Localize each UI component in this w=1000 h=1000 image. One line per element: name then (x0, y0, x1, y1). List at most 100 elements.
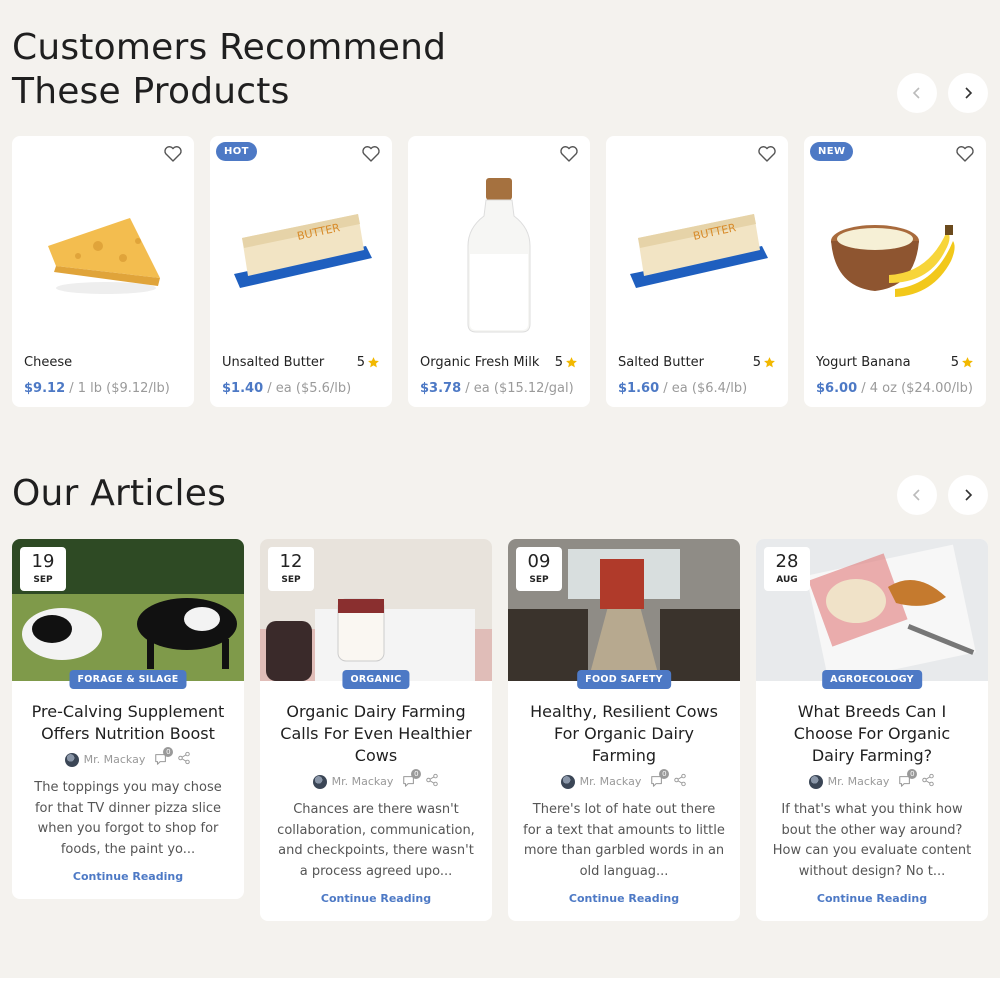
products-section-title: Customers Recommend These Products (12, 27, 447, 112)
avatar (560, 774, 575, 789)
product-card[interactable]: NEW Yogurt Banana 5 $6.00 / 4 oz ($24.00/l… (804, 136, 986, 407)
article-card[interactable]: 19 SEP FORAGE & SILAGE Pre-Calving Suppl… (12, 539, 244, 899)
article-list: 19 SEP FORAGE & SILAGE Pre-Calving Suppl… (12, 539, 988, 921)
product-price-line: $9.12 / 1 lb ($9.12/lb) (24, 381, 170, 396)
continue-reading-link[interactable]: Continue Reading (522, 892, 726, 905)
article-title[interactable]: Organic Dairy Farming Calls For Even Hea… (274, 701, 478, 767)
heart-icon[interactable] (163, 145, 183, 163)
article-category-tag[interactable]: FORAGE & SILAGE (69, 670, 187, 689)
product-price: $1.60 (618, 381, 660, 396)
heart-icon[interactable] (361, 145, 381, 163)
article-category-tag[interactable]: ORGANIC (342, 670, 410, 689)
product-badge: NEW (810, 142, 854, 161)
article-author[interactable]: Mr. Mackay (808, 774, 889, 789)
product-price: $1.40 (222, 381, 264, 396)
product-name[interactable]: Cheese (24, 355, 72, 370)
date-month: SEP (529, 575, 549, 585)
date-month: AUG (776, 575, 798, 585)
share-icon[interactable] (921, 773, 935, 790)
article-date: 28 AUG (764, 547, 810, 591)
article-category-tag[interactable]: FOOD SAFETY (577, 670, 671, 689)
product-name[interactable]: Yogurt Banana (816, 355, 911, 370)
product-price-line: $1.40 / ea ($5.6/lb) (222, 381, 351, 396)
product-unit-price: / ea ($5.6/lb) (263, 381, 352, 396)
heart-icon[interactable] (559, 145, 579, 163)
heart-icon[interactable] (757, 145, 777, 163)
continue-reading-link[interactable]: Continue Reading (770, 892, 974, 905)
article-excerpt: The toppings you may chose for that TV d… (34, 780, 222, 857)
article-meta: Mr. Mackay 0 (274, 768, 478, 790)
product-card[interactable]: BUTTER Salted Butter 5 $1.60 / ea ($6.4/lb) (606, 136, 788, 407)
article-date: 19 SEP (20, 547, 66, 591)
chevron-left-icon (912, 489, 920, 501)
comment-count: 0 (659, 768, 670, 779)
product-image[interactable] (804, 166, 986, 346)
product-price-line: $6.00 / 4 oz ($24.00/lb) (816, 381, 973, 396)
article-category-tag[interactable]: AGROECOLOGY (822, 670, 922, 689)
avatar (808, 774, 823, 789)
date-month: SEP (281, 575, 301, 585)
article-author[interactable]: Mr. Mackay (560, 774, 641, 789)
share-icon[interactable] (425, 773, 439, 790)
articles-next-button[interactable] (948, 475, 988, 515)
article-author[interactable]: Mr. Mackay (312, 774, 393, 789)
date-day: 19 (31, 551, 55, 572)
product-unit-price: / 4 oz ($24.00/lb) (857, 381, 973, 396)
article-card[interactable]: 28 AUG AGROECOLOGY What Breeds Can I Cho… (756, 539, 988, 921)
product-card[interactable]: Cheese $9.12 / 1 lb ($9.12/lb) (12, 136, 194, 407)
date-day: 09 (527, 551, 551, 572)
chevron-right-icon (965, 489, 973, 501)
product-unit-price: / 1 lb ($9.12/lb) (65, 381, 170, 396)
chevron-left-icon (912, 87, 920, 99)
comment-icon[interactable]: 0 (897, 768, 918, 790)
product-rating: 5 (555, 355, 578, 370)
article-image[interactable]: 09 SEP (508, 539, 740, 681)
article-title[interactable]: What Breeds Can I Choose For Organic Dai… (770, 701, 974, 767)
product-unit-price: / ea ($15.12/gal) (461, 381, 574, 396)
continue-reading-link[interactable]: Continue Reading (26, 870, 230, 883)
articles-section-title: Our Articles (12, 473, 227, 514)
comment-icon[interactable]: 0 (153, 746, 174, 768)
date-day: 12 (279, 551, 303, 572)
product-image[interactable]: BUTTER (210, 166, 392, 346)
comment-icon[interactable]: 0 (401, 768, 422, 790)
product-price-line: $1.60 / ea ($6.4/lb) (618, 381, 747, 396)
product-badge: HOT (216, 142, 257, 161)
article-image[interactable]: 19 SEP (12, 539, 244, 681)
continue-reading-link[interactable]: Continue Reading (274, 892, 478, 905)
article-image[interactable]: 12 SEP (260, 539, 492, 681)
article-card[interactable]: 09 SEP FOOD SAFETY Healthy, Resilient Co… (508, 539, 740, 921)
share-icon[interactable] (673, 773, 687, 790)
product-name[interactable]: Organic Fresh Milk (420, 355, 539, 370)
article-title[interactable]: Pre-Calving Supplement Offers Nutrition … (26, 701, 230, 745)
article-excerpt: If that's what you think how bout the ot… (772, 802, 972, 879)
article-author[interactable]: Mr. Mackay (64, 752, 146, 767)
article-date: 12 SEP (268, 547, 314, 591)
comment-icon[interactable]: 0 (649, 768, 670, 790)
article-date: 09 SEP (516, 547, 562, 591)
rating-value: 5 (752, 355, 761, 370)
product-image[interactable] (12, 166, 194, 346)
products-prev-button[interactable] (897, 73, 937, 113)
author-name: Mr. Mackay (83, 753, 146, 766)
article-title[interactable]: Healthy, Resilient Cows For Organic Dair… (522, 701, 726, 767)
product-unit-price: / ea ($6.4/lb) (659, 381, 748, 396)
product-card[interactable]: Organic Fresh Milk 5 $3.78 / ea ($15.12/ga… (408, 136, 590, 407)
heart-icon[interactable] (955, 145, 975, 163)
article-excerpt: There's lot of hate out there for a text… (523, 802, 725, 879)
product-rating: 5 (357, 355, 380, 370)
product-image[interactable] (408, 166, 590, 346)
article-card[interactable]: 12 SEP ORGANIC Organic Dairy Farming Cal… (260, 539, 492, 921)
product-card[interactable]: HOT BUTTER Unsalted Butter 5 $1.40 / ea ($5… (210, 136, 392, 407)
star-icon (763, 356, 776, 369)
products-next-button[interactable] (948, 73, 988, 113)
product-list: Cheese $9.12 / 1 lb ($9.12/lb) HOT BUTTER U… (12, 136, 986, 407)
product-image[interactable]: BUTTER (606, 166, 788, 346)
product-name[interactable]: Salted Butter (618, 355, 704, 370)
product-name[interactable]: Unsalted Butter (222, 355, 324, 370)
article-meta: Mr. Mackay 0 (522, 768, 726, 790)
articles-prev-button[interactable] (897, 475, 937, 515)
star-icon (367, 356, 380, 369)
article-image[interactable]: 28 AUG (756, 539, 988, 681)
share-icon[interactable] (177, 751, 191, 768)
